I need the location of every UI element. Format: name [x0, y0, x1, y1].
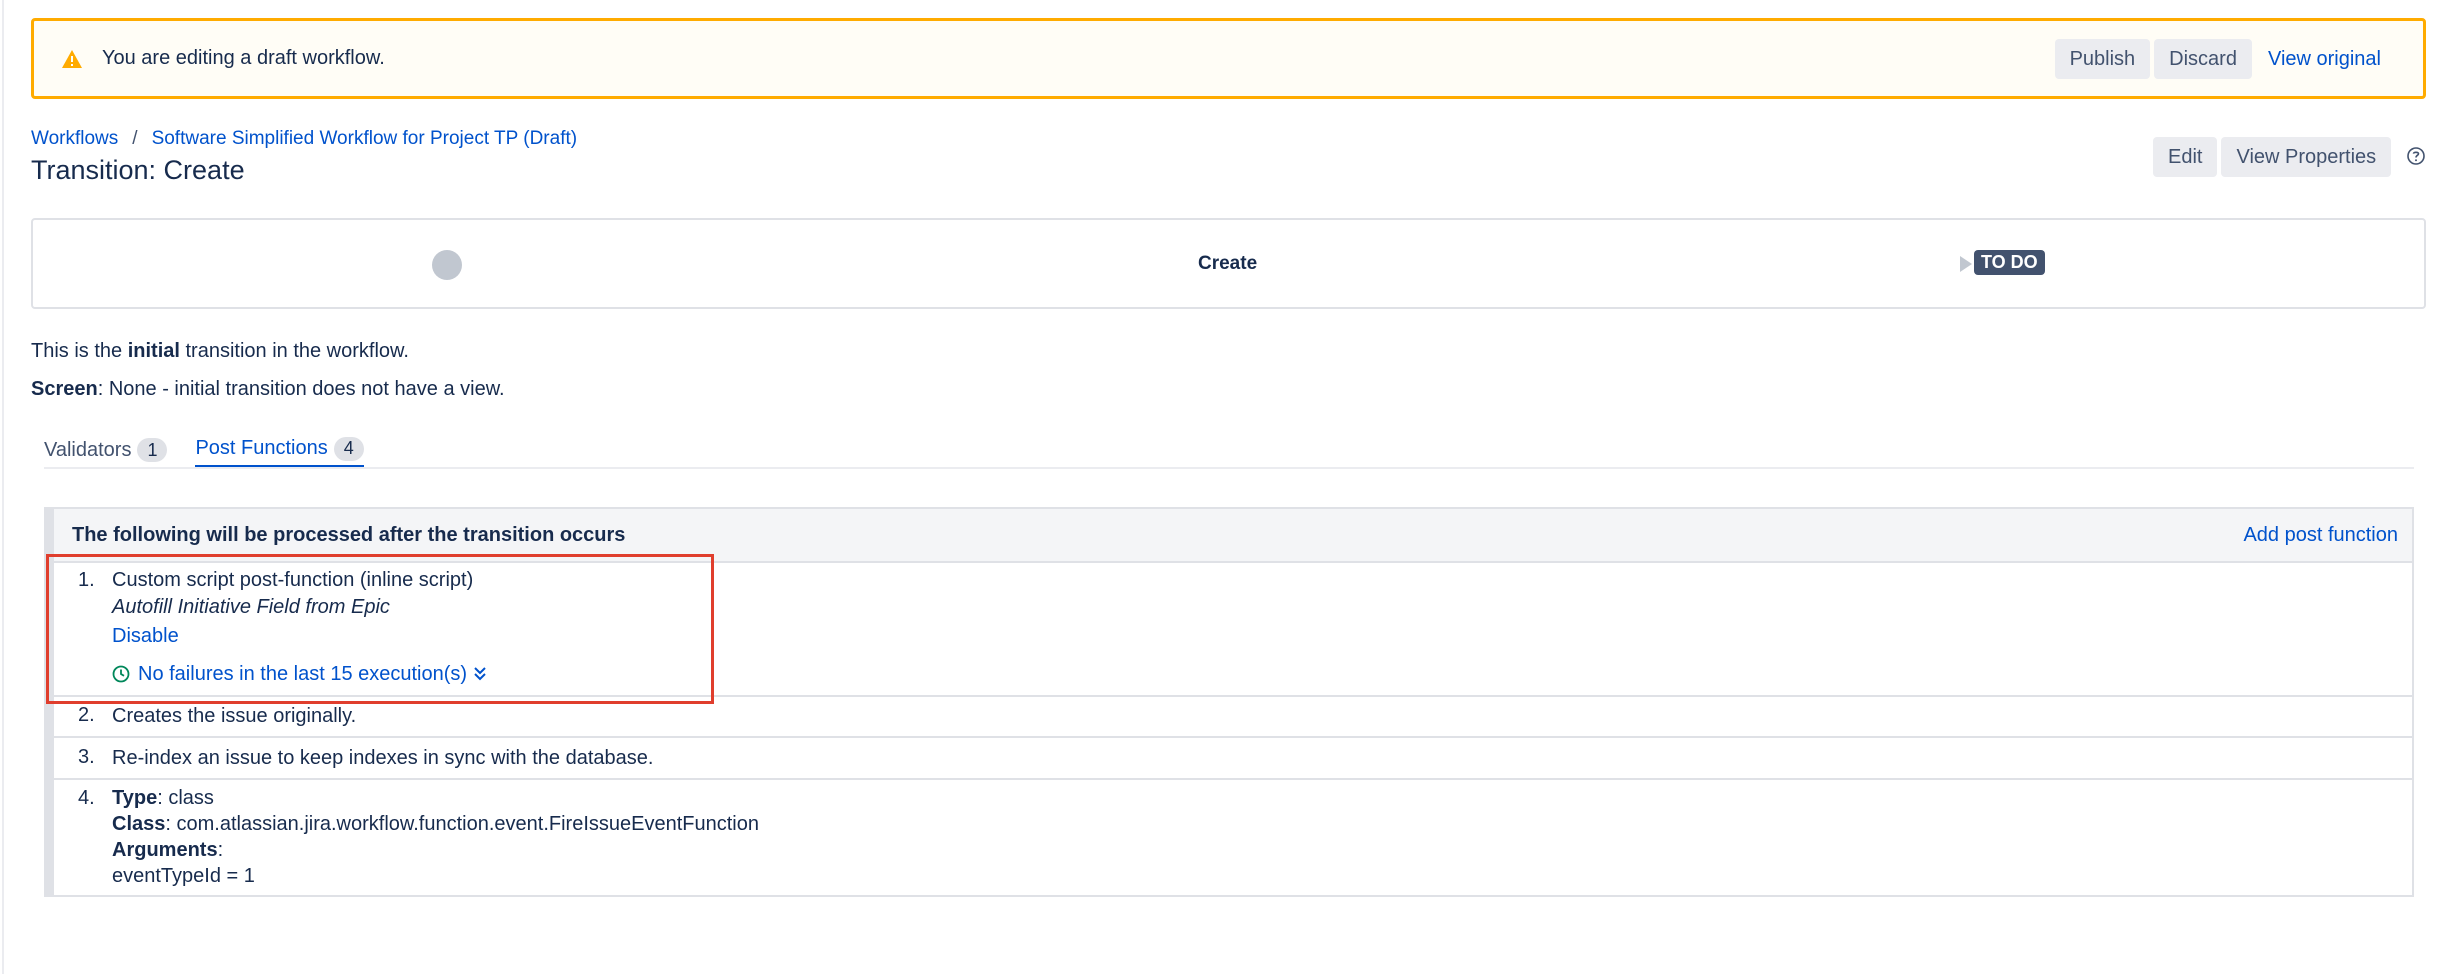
- page-left-border: [2, 0, 4, 974]
- post-function-row: 4. Type: class Class: com.atlassian.jira…: [46, 780, 2412, 895]
- post-function-number: 2.: [78, 704, 95, 726]
- initial-state-circle: [432, 250, 462, 280]
- breadcrumb-workflow-link[interactable]: Software Simplified Workflow for Project…: [152, 128, 578, 150]
- breadcrumb-separator: /: [132, 128, 138, 149]
- post-function-type: Type: class: [112, 786, 214, 809]
- edit-button[interactable]: Edit: [2153, 137, 2218, 177]
- view-original-link[interactable]: View original: [2256, 39, 2393, 79]
- transition-name: Create: [1198, 252, 1258, 274]
- tabs-divider: [44, 467, 2414, 469]
- view-properties-button[interactable]: View Properties: [2221, 137, 2392, 177]
- breadcrumb-workflows-link[interactable]: Workflows: [31, 128, 118, 150]
- title-actions: Edit View Properties: [2153, 137, 2392, 177]
- transition-tabs: Validators 1 Post Functions 4: [44, 432, 364, 468]
- target-status-lozenge: TO DO: [1974, 250, 2045, 275]
- help-icon[interactable]: [2406, 146, 2426, 166]
- banner-actions: Publish Discard View original: [2054, 39, 2393, 79]
- post-function-arguments-label: Arguments:: [112, 838, 224, 861]
- warning-icon: [62, 50, 82, 68]
- add-post-function-link[interactable]: Add post function: [2243, 509, 2398, 561]
- post-function-text: Re-index an issue to keep indexes in syn…: [112, 746, 654, 769]
- highlight-annotation-box: [46, 554, 714, 704]
- post-function-number: 4.: [78, 787, 95, 809]
- post-function-argument: eventTypeId = 1: [112, 864, 255, 887]
- publish-button[interactable]: Publish: [2054, 39, 2151, 79]
- post-functions-count-badge: 4: [333, 436, 364, 461]
- initial-transition-note: This is the initial transition in the wo…: [31, 339, 409, 362]
- post-function-row: 3. Re-index an issue to keep indexes in …: [46, 738, 2412, 780]
- validators-count-badge: 1: [137, 438, 168, 462]
- post-function-text: Creates the issue originally.: [112, 704, 357, 727]
- tab-post-functions[interactable]: Post Functions 4: [195, 432, 364, 468]
- draft-warning-banner: You are editing a draft workflow. Publis…: [31, 18, 2426, 99]
- tab-validators[interactable]: Validators 1: [44, 432, 168, 468]
- transition-diagram: Create TO DO: [31, 218, 2426, 309]
- page-title: Transition: Create: [31, 154, 245, 185]
- transition-arrow-icon: [1960, 256, 1972, 272]
- screen-info: Screen: None - initial transition does n…: [31, 377, 505, 400]
- banner-message: You are editing a draft workflow.: [102, 47, 385, 69]
- breadcrumb: Workflows / Software Simplified Workflow…: [31, 126, 577, 152]
- discard-button[interactable]: Discard: [2154, 39, 2252, 79]
- post-function-number: 3.: [78, 746, 95, 768]
- post-function-class: Class: com.atlassian.jira.workflow.funct…: [112, 812, 759, 835]
